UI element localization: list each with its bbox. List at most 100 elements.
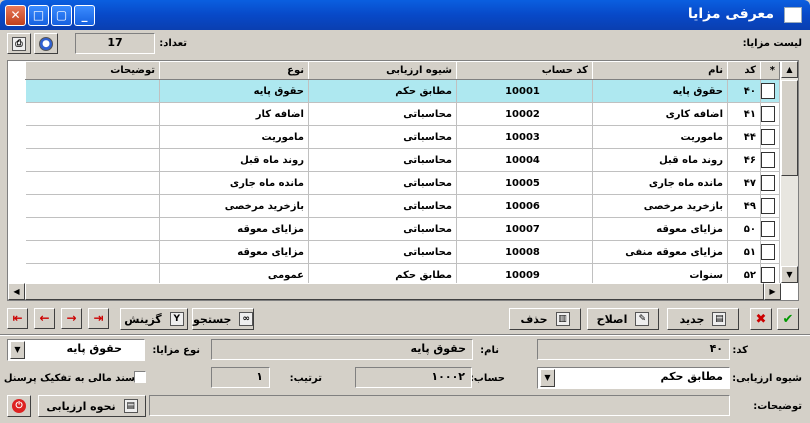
row-icon-cell[interactable] — [760, 102, 780, 126]
last-record-button[interactable]: ⇥ — [88, 308, 109, 329]
scroll-down-icon[interactable]: ▼ — [781, 266, 798, 283]
printer-icon: ⎙ — [12, 36, 26, 51]
column-header[interactable]: * — [760, 61, 780, 80]
column-header[interactable]: توضیحات — [25, 61, 160, 80]
column-header[interactable]: کد حساب — [456, 61, 593, 80]
cell-account: 10007 — [456, 217, 593, 241]
name-field[interactable]: حقوق پایه — [211, 339, 473, 360]
power-button[interactable]: ⏻ — [7, 395, 31, 417]
chevron-down-icon[interactable]: ▼ — [540, 369, 555, 387]
row-icon-cell[interactable] — [760, 240, 780, 264]
cell-desc — [25, 171, 160, 195]
cell-desc — [25, 240, 160, 264]
cell-method: محاسباتی — [308, 125, 457, 149]
scroll-left-icon[interactable]: ◀ — [8, 283, 25, 300]
table-row[interactable]: ۴۴ ماموریت 10003 محاسباتی ماموریت — [25, 125, 780, 149]
code-field[interactable]: ۴۰ — [537, 339, 730, 360]
minimize-button[interactable]: _ — [74, 5, 95, 26]
first-record-button[interactable]: ⇤ — [7, 308, 28, 329]
record-icon — [761, 267, 775, 283]
count-field: 17 — [75, 33, 155, 54]
search-button[interactable]: ∞ جستجو — [192, 308, 254, 330]
row-icon-cell[interactable] — [760, 171, 780, 195]
type-dropdown[interactable]: حقوق پایه ▼ — [7, 339, 145, 361]
column-header[interactable]: شیوه ارزیابی — [308, 61, 457, 80]
restore-button[interactable]: ▢ — [51, 5, 72, 26]
cell-account: 10005 — [456, 171, 593, 195]
cell-type: ماموریت — [159, 125, 309, 149]
scroll-up-icon[interactable]: ▲ — [781, 61, 798, 78]
cell-type: بازخرید مرخصی — [159, 194, 309, 218]
scroll-right-icon[interactable]: ▶ — [764, 283, 781, 300]
count-label: تعداد: — [159, 38, 187, 49]
cell-desc — [25, 148, 160, 172]
order-field[interactable]: ۱ — [211, 367, 270, 388]
row-icon-cell[interactable] — [760, 148, 780, 172]
chevron-down-icon[interactable]: ▼ — [10, 341, 25, 359]
maximize-button[interactable]: □ — [28, 5, 49, 26]
code-label: کد: — [732, 345, 748, 356]
type-label: نوع مزایا: — [152, 345, 200, 356]
scroll-thumb[interactable] — [781, 80, 798, 176]
cell-name: مزایای معوقه منفی — [592, 240, 728, 264]
edit-button[interactable]: ✎ اصلاح — [587, 308, 659, 330]
per-person-checkbox[interactable] — [134, 371, 146, 383]
delete-button[interactable]: ▥ حذف — [509, 308, 581, 330]
globe-icon: ● — [39, 36, 53, 51]
account-field[interactable]: ۱۰۰۰۲ — [355, 367, 472, 388]
title-bar: معرفی مزایا ✕ □ ▢ _ — [0, 0, 810, 30]
method-dropdown[interactable]: مطابق حکم ▼ — [537, 367, 730, 389]
vertical-scrollbar[interactable]: ▲ ▼ — [781, 61, 798, 283]
table-row[interactable]: ۴۷ مانده ماه جاری 10005 محاسباتی مانده ماه ج… — [25, 171, 780, 195]
table-row[interactable]: ۵۱ مزایای معوقه منفی 10008 محاسباتی مزایای م… — [25, 240, 780, 264]
order-label: ترتیب: — [289, 373, 322, 384]
window-title: معرفی مزایا — [687, 6, 774, 22]
table-row[interactable]: ۵۰ مزایای معوقه 10007 محاسباتی مزایای معوقه — [25, 217, 780, 241]
new-button[interactable]: ▤ جدید — [667, 308, 739, 330]
column-header[interactable]: نام — [592, 61, 728, 80]
evaluation-method-button[interactable]: ▤ نحوه ارزیابی — [38, 395, 146, 417]
edit-label: اصلاح — [596, 312, 628, 326]
row-icon-cell[interactable] — [760, 217, 780, 241]
cancel-button[interactable]: ✖ — [750, 308, 772, 330]
app-icon — [784, 7, 802, 23]
column-header[interactable]: کد — [727, 61, 761, 80]
table-row[interactable]: ۴۹ بازخرید مرخصی 10006 محاسباتی بازخرید مرخص… — [25, 194, 780, 218]
trash-icon: ▥ — [555, 312, 570, 326]
edit-icon: ✎ — [635, 312, 650, 326]
cell-code: ۴۹ — [727, 194, 761, 218]
hscroll-thumb[interactable] — [25, 283, 764, 300]
close-button[interactable]: ✕ — [5, 5, 26, 26]
record-icon — [761, 106, 775, 122]
divider — [0, 334, 810, 336]
cell-account: 10003 — [456, 125, 593, 149]
row-icon-cell[interactable] — [760, 79, 780, 103]
table-row[interactable]: ۴۶ روند ماه قبل 10004 محاسباتی روند ماه قبل — [25, 148, 780, 172]
desc-field[interactable] — [149, 395, 730, 416]
horizontal-scrollbar[interactable]: ◀ ▶ — [8, 283, 781, 300]
record-icon — [761, 152, 775, 168]
cell-name: حقوق پایه — [592, 79, 728, 103]
cell-type: مزایای معوقه — [159, 240, 309, 264]
cell-name: روند ماه قبل — [592, 148, 728, 172]
cell-code: ۴۶ — [727, 148, 761, 172]
record-icon — [761, 175, 775, 191]
web-button[interactable]: ● — [34, 33, 58, 54]
record-icon — [761, 244, 775, 260]
row-icon-cell[interactable] — [760, 194, 780, 218]
filter-button[interactable]: Y گزینش — [120, 308, 188, 330]
cell-code: ۴۱ — [727, 102, 761, 126]
filter-icon: Y — [169, 312, 184, 326]
table-row[interactable]: ۴۰ حقوق پایه 10001 مطابق حکم حقوق پایه — [25, 79, 780, 103]
cell-type: مزایای معوقه — [159, 217, 309, 241]
evaluation-method-label: نحوه ارزیابی — [46, 399, 116, 413]
confirm-button[interactable]: ✔ — [777, 308, 799, 330]
print-button[interactable]: ⎙ — [7, 33, 31, 54]
cell-desc — [25, 194, 160, 218]
next-record-button[interactable]: → — [61, 308, 82, 329]
cell-code: ۴۴ — [727, 125, 761, 149]
prev-record-button[interactable]: ← — [34, 308, 55, 329]
row-icon-cell[interactable] — [760, 125, 780, 149]
column-header[interactable]: نوع — [159, 61, 309, 80]
table-row[interactable]: ۴۱ اضافه کاری 10002 محاسباتی اضافه کار — [25, 102, 780, 126]
